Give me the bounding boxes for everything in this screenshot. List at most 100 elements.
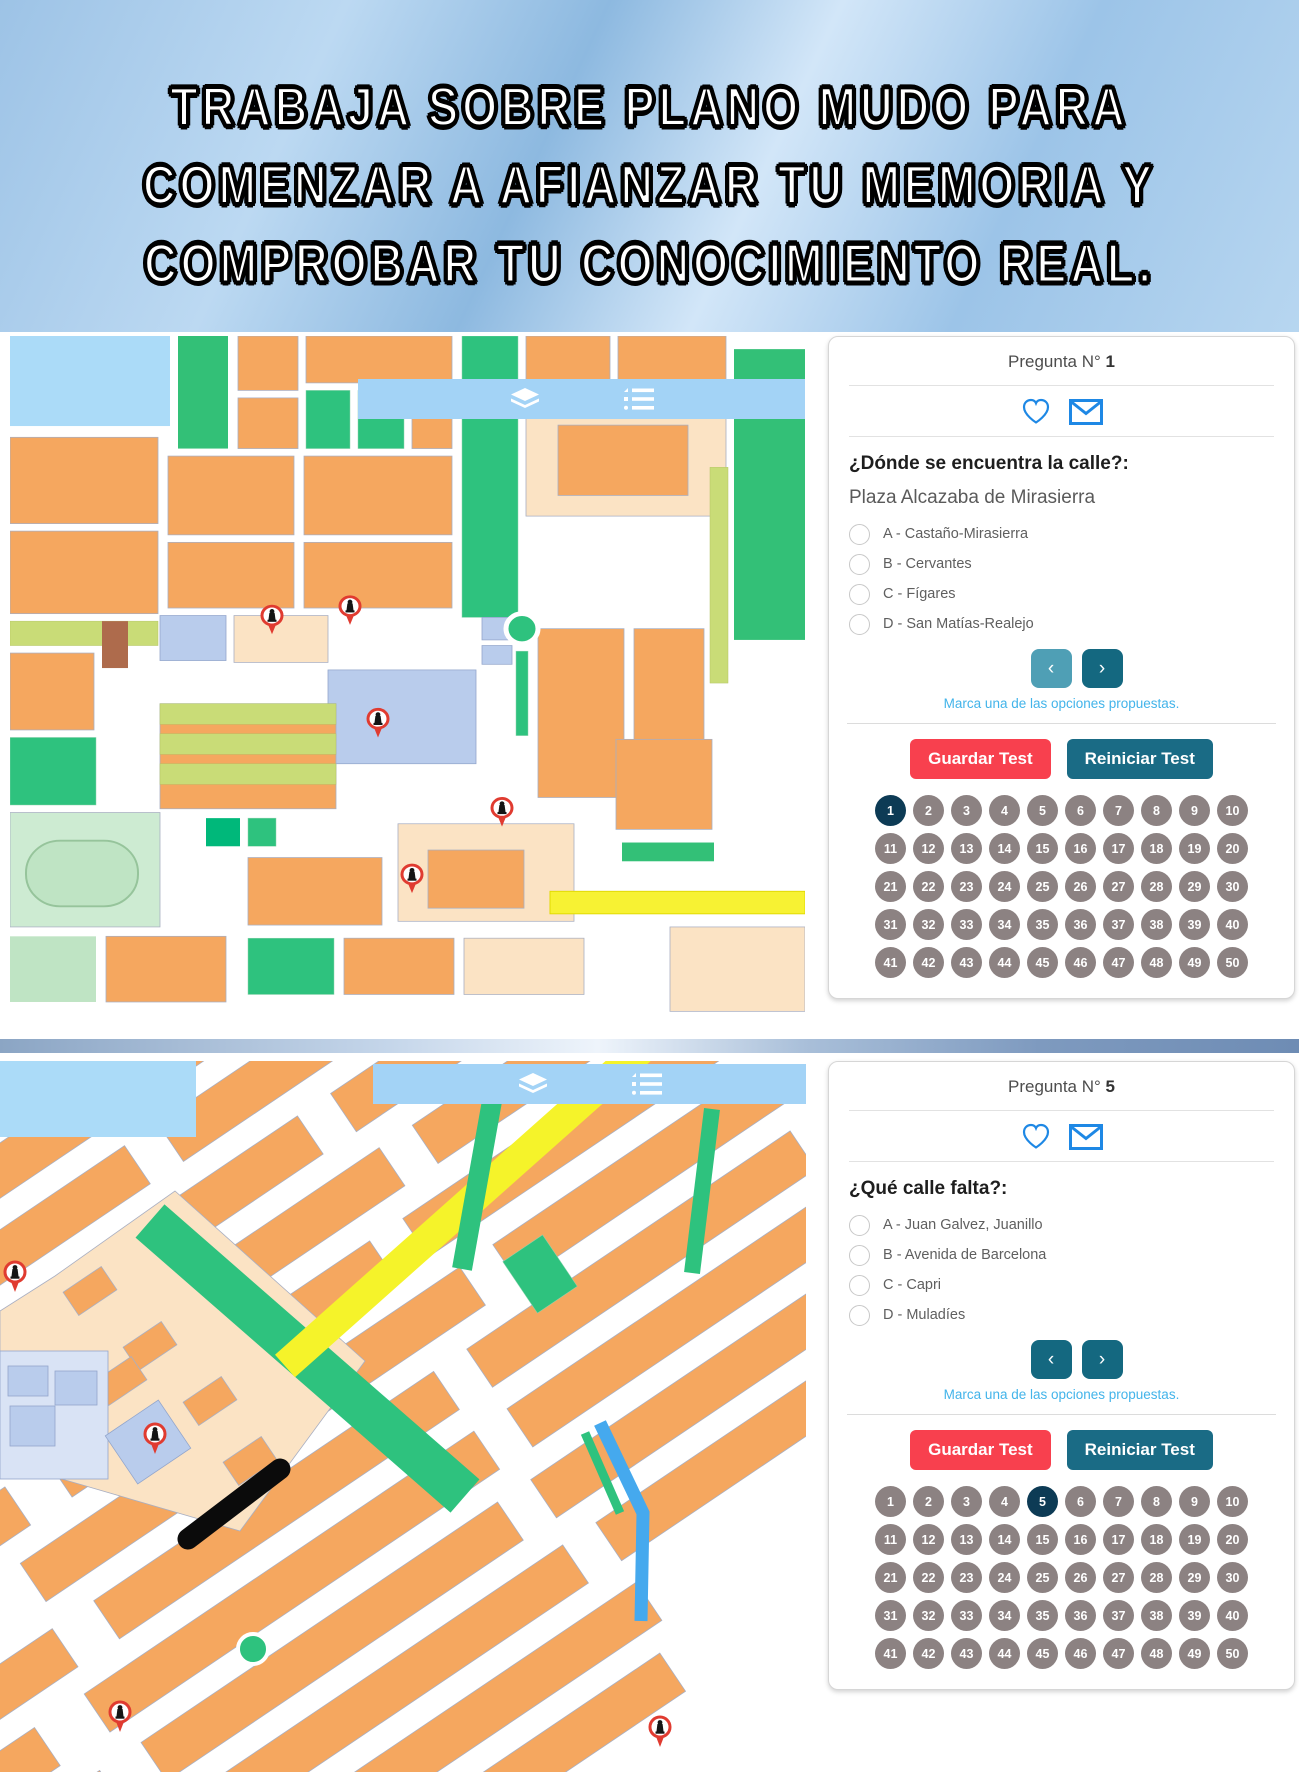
question-number-43[interactable]: 43 [951,1638,982,1669]
question-number-36[interactable]: 36 [1065,1600,1096,1631]
question-number-10[interactable]: 10 [1217,795,1248,826]
option-d[interactable]: D - San Matías-Realejo [849,609,1274,639]
question-number-20[interactable]: 20 [1217,1524,1248,1555]
question-number-41[interactable]: 41 [875,947,906,978]
option-c[interactable]: C - Fígares [849,579,1274,609]
save-test-button[interactable]: Guardar Test [910,739,1051,779]
question-number-48[interactable]: 48 [1141,1638,1172,1669]
question-number-13[interactable]: 13 [951,1524,982,1555]
question-number-45[interactable]: 45 [1027,947,1058,978]
question-number-37[interactable]: 37 [1103,1600,1134,1631]
question-number-26[interactable]: 26 [1065,1562,1096,1593]
radio-icon[interactable] [849,1215,870,1236]
question-number-40[interactable]: 40 [1217,909,1248,940]
question-number-9[interactable]: 9 [1179,795,1210,826]
question-number-38[interactable]: 38 [1141,1600,1172,1631]
prev-question-button[interactable]: ‹ [1031,649,1072,688]
map-question-1[interactable] [10,336,805,1032]
radio-icon[interactable] [849,614,870,635]
question-number-19[interactable]: 19 [1179,833,1210,864]
list-icon[interactable] [630,1071,664,1097]
option-b[interactable]: B - Avenida de Barcelona [849,1240,1274,1270]
question-number-14[interactable]: 14 [989,1524,1020,1555]
question-number-35[interactable]: 35 [1027,1600,1058,1631]
question-number-5[interactable]: 5 [1027,795,1058,826]
question-number-2[interactable]: 2 [913,795,944,826]
question-number-44[interactable]: 44 [989,947,1020,978]
question-number-37[interactable]: 37 [1103,909,1134,940]
question-number-7[interactable]: 7 [1103,1486,1134,1517]
question-number-35[interactable]: 35 [1027,909,1058,940]
envelope-icon[interactable] [1069,1124,1103,1150]
save-test-button[interactable]: Guardar Test [910,1430,1051,1470]
option-d[interactable]: D - Muladíes [849,1300,1274,1330]
option-b[interactable]: B - Cervantes [849,549,1274,579]
question-number-29[interactable]: 29 [1179,871,1210,902]
question-number-33[interactable]: 33 [951,909,982,940]
question-number-12[interactable]: 12 [913,1524,944,1555]
question-number-6[interactable]: 6 [1065,1486,1096,1517]
question-number-16[interactable]: 16 [1065,1524,1096,1555]
radio-icon[interactable] [849,584,870,605]
question-number-31[interactable]: 31 [875,1600,906,1631]
question-number-13[interactable]: 13 [951,833,982,864]
question-number-28[interactable]: 28 [1141,1562,1172,1593]
question-number-39[interactable]: 39 [1179,909,1210,940]
question-number-8[interactable]: 8 [1141,795,1172,826]
list-icon[interactable] [622,386,656,412]
question-number-44[interactable]: 44 [989,1638,1020,1669]
question-number-40[interactable]: 40 [1217,1600,1248,1631]
radio-icon[interactable] [849,524,870,545]
question-number-31[interactable]: 31 [875,909,906,940]
question-number-7[interactable]: 7 [1103,795,1134,826]
question-number-50[interactable]: 50 [1217,947,1248,978]
question-number-30[interactable]: 30 [1217,1562,1248,1593]
question-number-30[interactable]: 30 [1217,871,1248,902]
question-number-49[interactable]: 49 [1179,947,1210,978]
next-question-button[interactable]: › [1082,1340,1123,1379]
radio-icon[interactable] [849,1275,870,1296]
question-number-32[interactable]: 32 [913,909,944,940]
question-number-26[interactable]: 26 [1065,871,1096,902]
question-number-36[interactable]: 36 [1065,909,1096,940]
question-number-22[interactable]: 22 [913,1562,944,1593]
heart-icon[interactable] [1021,1123,1051,1150]
question-number-3[interactable]: 3 [951,1486,982,1517]
question-number-8[interactable]: 8 [1141,1486,1172,1517]
prev-question-button[interactable]: ‹ [1031,1340,1072,1379]
question-number-15[interactable]: 15 [1027,833,1058,864]
envelope-icon[interactable] [1069,399,1103,425]
question-number-25[interactable]: 25 [1027,1562,1058,1593]
layers-icon[interactable] [508,386,542,412]
question-number-22[interactable]: 22 [913,871,944,902]
radio-icon[interactable] [849,1305,870,1326]
question-number-21[interactable]: 21 [875,1562,906,1593]
question-number-23[interactable]: 23 [951,1562,982,1593]
question-number-27[interactable]: 27 [1103,871,1134,902]
question-number-18[interactable]: 18 [1141,833,1172,864]
question-number-43[interactable]: 43 [951,947,982,978]
next-question-button[interactable]: › [1082,649,1123,688]
reset-test-button[interactable]: Reiniciar Test [1067,739,1213,779]
question-number-42[interactable]: 42 [913,1638,944,1669]
reset-test-button[interactable]: Reiniciar Test [1067,1430,1213,1470]
question-number-41[interactable]: 41 [875,1638,906,1669]
question-number-39[interactable]: 39 [1179,1600,1210,1631]
question-number-16[interactable]: 16 [1065,833,1096,864]
question-number-2[interactable]: 2 [913,1486,944,1517]
question-number-10[interactable]: 10 [1217,1486,1248,1517]
question-number-25[interactable]: 25 [1027,871,1058,902]
question-number-3[interactable]: 3 [951,795,982,826]
question-number-29[interactable]: 29 [1179,1562,1210,1593]
question-number-46[interactable]: 46 [1065,1638,1096,1669]
question-number-4[interactable]: 4 [989,1486,1020,1517]
question-number-14[interactable]: 14 [989,833,1020,864]
question-number-24[interactable]: 24 [989,1562,1020,1593]
question-number-47[interactable]: 47 [1103,1638,1134,1669]
question-number-28[interactable]: 28 [1141,871,1172,902]
question-number-18[interactable]: 18 [1141,1524,1172,1555]
question-number-5[interactable]: 5 [1027,1486,1058,1517]
option-a[interactable]: A - Juan Galvez, Juanillo [849,1210,1274,1240]
option-c[interactable]: C - Capri [849,1270,1274,1300]
question-number-9[interactable]: 9 [1179,1486,1210,1517]
